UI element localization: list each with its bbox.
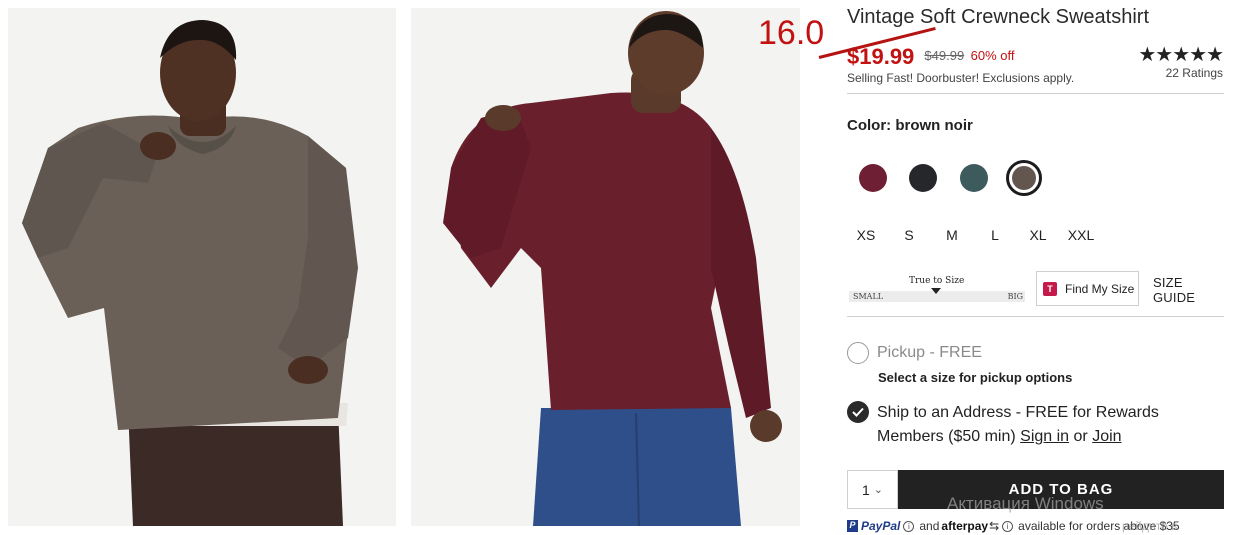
- find-my-size-button[interactable]: T Find My Size: [1036, 271, 1139, 306]
- paypal-text: PayPal: [861, 519, 901, 533]
- pickup-label: Pickup - FREE: [877, 344, 982, 361]
- fit-scale-big: BIG: [1007, 292, 1023, 301]
- quantity-value: 1: [861, 481, 870, 498]
- product-info-panel: Vintage Soft Crewneck Sweatshirt $19.99 …: [818, 0, 1225, 535]
- size-m[interactable]: M: [934, 227, 970, 243]
- sale-price: $19.99: [818, 27, 936, 69]
- product-image-back[interactable]: [411, 8, 800, 526]
- ship-to-address-text: Ship to an Address - FREE for Rewards Me…: [877, 401, 1217, 449]
- swatch-brown-noir-selected[interactable]: [1006, 160, 1042, 196]
- model-front-illustration: [8, 8, 396, 526]
- afterpay-logo: afterpay: [941, 519, 989, 533]
- color-label-prefix: Color:: [847, 117, 892, 134]
- ship-radio-checked[interactable]: [847, 401, 869, 423]
- afterpay-info-icon[interactable]: i: [1002, 520, 1014, 532]
- paypal-logo: P PayPal: [847, 519, 900, 533]
- color-label: Color: brown noir: [847, 117, 973, 134]
- annotation-number: 16.0: [758, 14, 825, 52]
- join-link[interactable]: Join: [1092, 428, 1121, 445]
- afterpay-symbol-icon: ⇆: [989, 519, 1000, 533]
- discount-percent: 60% off: [970, 48, 1015, 63]
- size-xs[interactable]: XS: [848, 227, 884, 243]
- payment-options-row: P PayPal i and afterpay ⇆ i available fo…: [847, 519, 1180, 533]
- fit-scale-small: SMALL: [853, 292, 884, 301]
- chevron-down-icon: ⌄: [873, 484, 883, 496]
- price-row: $19.99 $49.99 60% off: [818, 27, 1015, 70]
- divider: [847, 316, 1224, 317]
- rating-count-link[interactable]: 22 Ratings: [1166, 66, 1223, 80]
- checkmark-icon: [852, 407, 864, 417]
- sign-in-link[interactable]: Sign in: [1020, 428, 1069, 445]
- swatch-teal[interactable]: [960, 164, 988, 192]
- divider: [847, 93, 1224, 94]
- ship-text-or: or: [1073, 428, 1088, 445]
- fit-indicator-icon: [931, 288, 941, 294]
- fit-scale-title: True to Size: [909, 276, 965, 286]
- quantity-select[interactable]: 1 ⌄: [847, 470, 898, 509]
- find-my-size-logo-icon: T: [1043, 281, 1057, 296]
- find-my-size-label: Find My Size: [1065, 281, 1135, 296]
- paypal-icon: P: [847, 520, 858, 532]
- promo-text: Selling Fast! Doorbuster! Exclusions app…: [847, 71, 1075, 85]
- fit-scale: True to Size SMALL BIG: [847, 276, 1025, 306]
- afterpay-note: available for orders above $35: [1018, 519, 1180, 533]
- paypal-info-icon[interactable]: i: [903, 520, 915, 532]
- size-xxl[interactable]: XXL: [1063, 227, 1099, 243]
- size-l[interactable]: L: [977, 227, 1013, 243]
- color-selected-name: brown noir: [895, 117, 973, 134]
- star-rating-icon[interactable]: ★★★★★: [1138, 42, 1224, 67]
- size-s[interactable]: S: [891, 227, 927, 243]
- size-xl[interactable]: XL: [1020, 227, 1056, 243]
- swatch-brown-noir-fill: [1012, 166, 1036, 190]
- size-guide-link[interactable]: SIZE GUIDE: [1153, 275, 1225, 305]
- model-back-illustration: [411, 8, 800, 526]
- product-title: Vintage Soft Crewneck Sweatshirt: [847, 6, 1150, 28]
- payments-and: and: [919, 519, 940, 533]
- swatch-burgundy[interactable]: [859, 164, 887, 192]
- swatch-black[interactable]: [909, 164, 937, 192]
- pickup-hint: Select a size for pickup options: [878, 370, 1073, 385]
- add-to-bag-button[interactable]: ADD TO BAG: [898, 470, 1224, 509]
- pickup-radio[interactable]: [847, 342, 869, 364]
- product-image-front[interactable]: [8, 8, 396, 526]
- original-price: $49.99: [924, 48, 965, 63]
